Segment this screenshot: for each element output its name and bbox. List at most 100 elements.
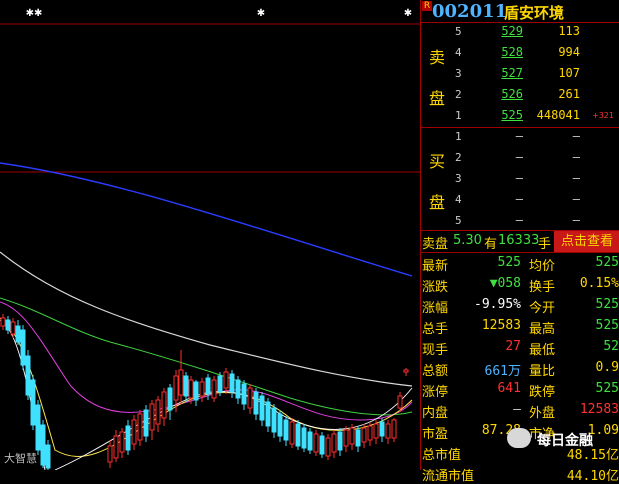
ask-row[interactable]: 5 529 113 [421, 22, 619, 43]
quote-value: 641 [497, 381, 521, 396]
quote-label: 总市值 [422, 448, 462, 463]
level-volume: – [572, 213, 580, 227]
stock-name[interactable]: 盾安环境 [504, 2, 564, 23]
candle-body [397, 395, 403, 409]
quote-label: 最低 [529, 343, 556, 358]
quote-value: 12583 [481, 318, 521, 333]
candle-body [259, 395, 265, 421]
quote-value: 525 [595, 381, 619, 396]
quote-value: 661万 [484, 364, 521, 379]
candle-body [149, 403, 155, 431]
summary-unit: 手 [538, 237, 552, 252]
bid-row[interactable]: 4 – – [421, 190, 619, 211]
bid-row[interactable]: 3 – – [421, 169, 619, 190]
candle-body [167, 387, 173, 411]
candle-body [403, 369, 409, 373]
candlestick-chart[interactable]: ✱✱ ✱ ✱ [0, 0, 420, 470]
ask-row[interactable]: 3 527 107 [421, 64, 619, 85]
candle-body [30, 379, 36, 426]
candle-body [307, 431, 313, 451]
level-price: 529 [501, 24, 523, 38]
quote-value: -9.95% [474, 297, 521, 312]
market-badge: R [422, 1, 432, 11]
candle-body [107, 445, 113, 463]
ask-row[interactable]: 2 526 261 [421, 85, 619, 106]
quote-row: 涨幅 -9.95% 今开 525 [421, 295, 619, 316]
quote-row: 最新 525 均价 525 [421, 253, 619, 274]
quote-label: 量比 [529, 364, 556, 379]
candle-body [113, 435, 119, 459]
level-volume: – [572, 129, 580, 143]
candle-body [188, 379, 194, 399]
candle-body [319, 435, 325, 455]
candle-body [217, 375, 223, 393]
bid-row[interactable]: 5 – – [421, 211, 619, 232]
candle-body [5, 319, 11, 331]
candle-body [35, 404, 41, 451]
stock-code[interactable]: 002011 [432, 1, 507, 22]
level-number: 4 [455, 46, 462, 59]
quote-label: 最高 [529, 322, 556, 337]
quote-value: 0.15% [579, 276, 619, 291]
summary-price: 5.30 [453, 233, 482, 248]
bid-row[interactable]: 2 – – [421, 148, 619, 169]
quote-label: 市盈 [422, 427, 449, 442]
ma-line-green [0, 297, 413, 416]
candle-body [173, 375, 179, 401]
candle-body [301, 427, 307, 449]
ma-line-magenta [0, 301, 413, 421]
corner-watermark: 大智慧 [4, 452, 37, 465]
candle-body [20, 329, 26, 366]
level-volume: 448041 [536, 108, 580, 122]
candle-body [235, 379, 241, 399]
candle-body [229, 373, 235, 393]
candle-body [391, 419, 397, 439]
quote-row: 总额 661万 量比 0.9 [421, 358, 619, 379]
quote-label: 最新 [422, 259, 449, 274]
watermark-badge: 每日金融 [507, 426, 617, 452]
candle-body [313, 433, 319, 453]
candle-body [295, 423, 301, 447]
candle-body [0, 317, 6, 327]
bid-row[interactable]: 1 – – [421, 127, 619, 148]
sell-summary-bar: 卖盘 5.30 有 16333 手 点击查看 [421, 231, 619, 252]
candle-body [379, 421, 385, 437]
ask-row[interactable]: 4 528 994 [421, 43, 619, 64]
quote-label: 跌停 [529, 385, 556, 400]
candle-body [325, 437, 331, 457]
level-number: 3 [455, 67, 462, 80]
level-volume: 107 [558, 66, 580, 80]
candle-body [119, 431, 125, 453]
candle-body [277, 413, 283, 437]
candle-body [137, 413, 143, 441]
level-number: 2 [455, 151, 462, 164]
top-marker-3: ✱ [404, 8, 412, 19]
quote-value: 525 [595, 318, 619, 333]
candle-body [223, 371, 229, 389]
ma-line-long [0, 162, 413, 277]
level-price: – [515, 171, 523, 185]
summary-label: 卖盘 [422, 237, 449, 252]
level-volume: 261 [558, 87, 580, 101]
level-number: 1 [455, 130, 462, 143]
candle-body [343, 429, 349, 447]
ask-row[interactable]: 1 525 448041 +321 [421, 106, 619, 127]
candle-body [337, 431, 343, 451]
candle-body [161, 391, 167, 419]
quote-row: 总手 12583 最高 525 [421, 316, 619, 337]
quote-row: 流通市值 44.10亿 [421, 463, 619, 484]
candle-body [40, 424, 46, 466]
quote-label: 内盘 [422, 406, 449, 421]
quote-value: 52 [603, 339, 619, 354]
candle-body [385, 423, 391, 439]
view-details-button[interactable]: 点击查看 [554, 231, 619, 252]
level-volume: – [572, 150, 580, 164]
candle-body [45, 444, 51, 469]
level-volume: 113 [558, 24, 580, 38]
level-price: – [515, 129, 523, 143]
level-price: 525 [501, 108, 523, 122]
quote-label: 换手 [529, 280, 556, 295]
level-volume: 994 [558, 45, 580, 59]
level-number: 3 [455, 172, 462, 185]
level-number: 4 [455, 193, 462, 206]
